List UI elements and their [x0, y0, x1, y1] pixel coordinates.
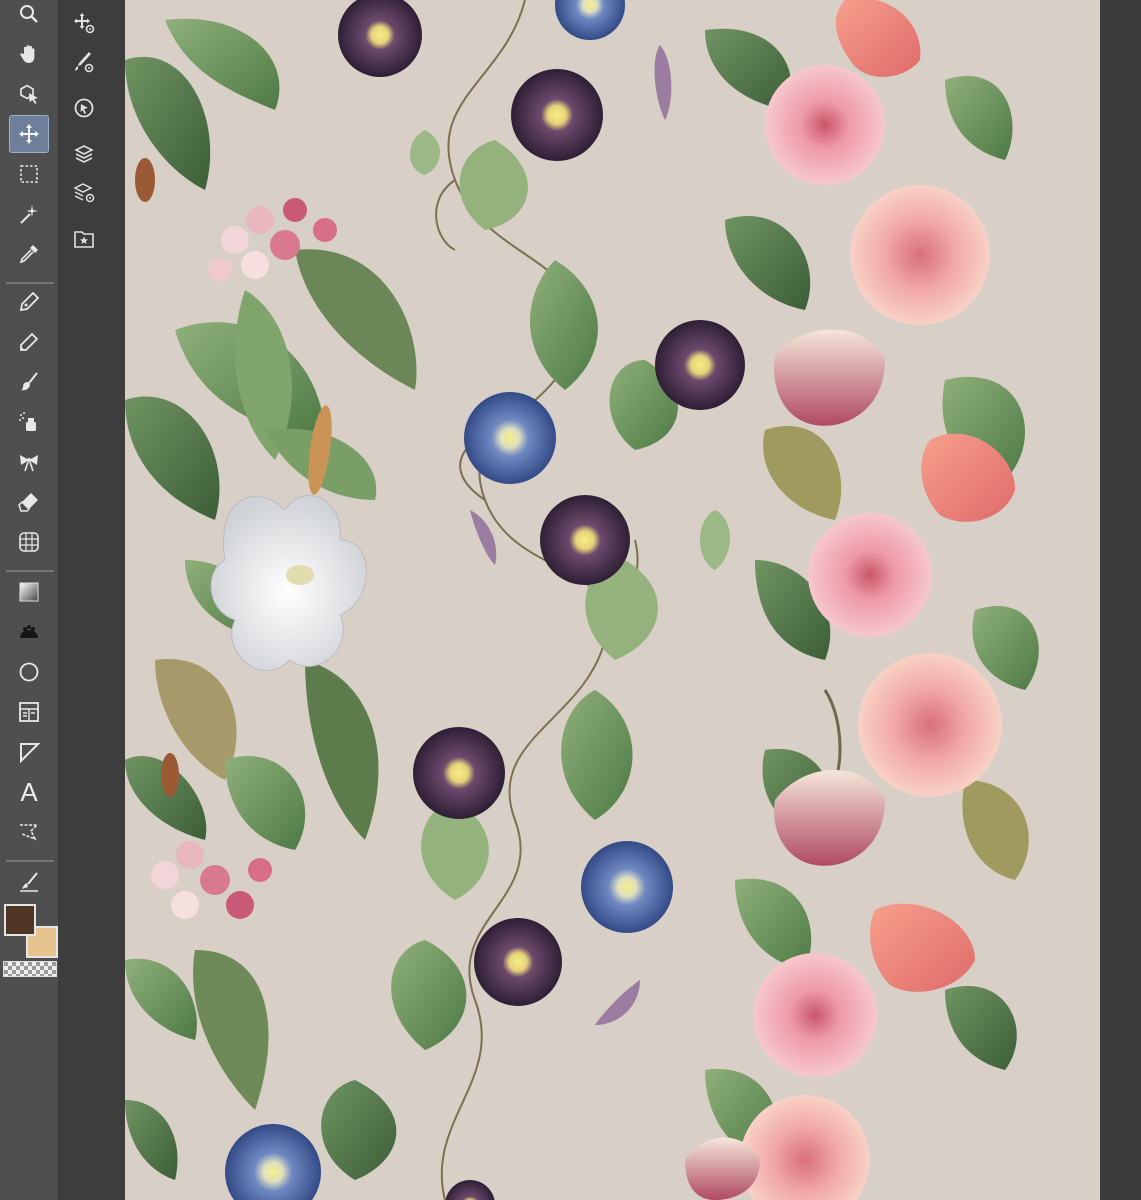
frame-icon [19, 702, 39, 722]
fill-blob-icon [20, 625, 38, 638]
move-arrows-icon [19, 124, 39, 144]
tool-palette: A [0, 0, 58, 1200]
eyedropper-tool[interactable] [10, 236, 48, 272]
target-icon [74, 98, 94, 118]
material-subtool[interactable] [70, 225, 98, 253]
pen-nib-icon [19, 291, 40, 312]
brush-gear-icon [75, 52, 94, 73]
text-tool[interactable]: A [10, 774, 48, 810]
frame-border-tool[interactable] [10, 694, 48, 730]
brush-tool[interactable] [10, 364, 48, 400]
ruler-tool[interactable] [10, 734, 48, 770]
brush-setting-subtool[interactable] [70, 48, 98, 76]
figure-tool[interactable] [10, 654, 48, 690]
line-brush-icon [20, 872, 38, 892]
magnifier-icon [20, 5, 38, 23]
operation-cursor-icon [20, 84, 38, 104]
botanical-floral-pattern-icon [125, 0, 1039, 1200]
object-select-tool[interactable] [10, 76, 48, 112]
object-subtool[interactable] [70, 94, 98, 122]
ruler-icon [20, 743, 41, 764]
tool-separator [6, 860, 54, 862]
eraser-icon [18, 493, 38, 512]
hand-icon [20, 45, 35, 63]
move-layer-tool[interactable] [9, 115, 49, 153]
brush-icon [21, 372, 38, 391]
correct-line-tool[interactable] [10, 864, 48, 900]
star-folder-icon [74, 231, 94, 248]
layers-gear-icon [73, 183, 95, 203]
document-canvas[interactable] [125, 0, 1100, 1200]
blend-grid-icon [19, 532, 39, 552]
hand-tool[interactable] [10, 36, 48, 72]
eyedropper-icon [19, 245, 38, 264]
sub-tool-palette [58, 0, 125, 1200]
pencil-icon [20, 332, 39, 351]
eraser-tool[interactable] [10, 484, 48, 520]
pencil-tool[interactable] [10, 324, 48, 360]
rect-selection-tool[interactable] [10, 156, 48, 192]
magic-wand-icon [20, 205, 38, 224]
airbrush-icon [19, 412, 36, 431]
transform-subtool[interactable] [70, 9, 98, 37]
balloon-tool[interactable] [10, 814, 48, 850]
zoom-tool[interactable] [10, 0, 48, 32]
ribbon-icon [20, 455, 38, 472]
pen-tool[interactable] [10, 284, 48, 320]
marquee-icon [20, 165, 38, 183]
tool-separator [6, 570, 54, 572]
balloon-icon [20, 824, 39, 841]
circle-icon [19, 662, 39, 682]
gradient-tool[interactable] [10, 574, 48, 610]
layers-icon [74, 145, 94, 163]
airbrush-tool[interactable] [10, 404, 48, 440]
decoration-tool[interactable] [10, 444, 48, 480]
transparent-color-swatch[interactable] [3, 961, 57, 977]
text-icon: A [20, 776, 38, 807]
fill-tool[interactable] [10, 614, 48, 650]
right-panel-gutter [1100, 0, 1141, 1200]
auto-select-tool[interactable] [10, 196, 48, 232]
main-color-swatch[interactable] [4, 904, 36, 936]
gradient-icon [19, 582, 39, 602]
blend-tool[interactable] [10, 524, 48, 560]
layer-subtool[interactable] [70, 140, 98, 168]
move-gear-icon [74, 13, 95, 34]
layer-setting-subtool[interactable] [70, 179, 98, 207]
